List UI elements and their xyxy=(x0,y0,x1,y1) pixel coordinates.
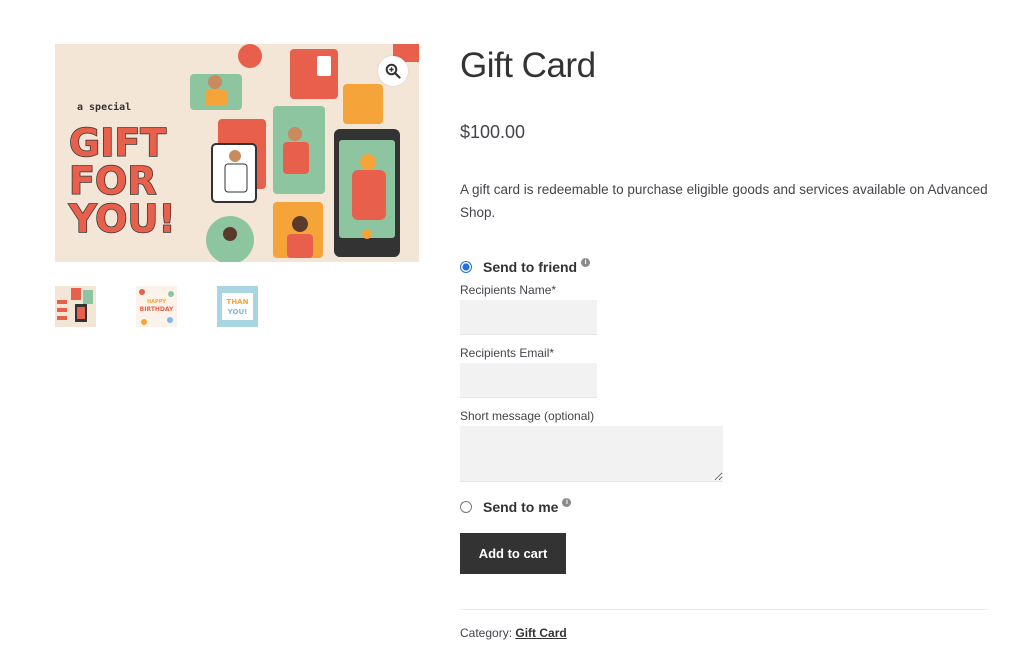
send-to-friend-option[interactable]: Send to friend i xyxy=(460,257,591,275)
recipient-email-label: Recipients Email* xyxy=(460,346,555,360)
product-category: Category: Gift Card xyxy=(460,626,567,640)
svg-text:YOU!: YOU! xyxy=(227,308,248,316)
main-image-caption: a special xyxy=(77,101,131,113)
send-to-friend-label: Send to friend xyxy=(483,259,578,275)
info-icon[interactable]: i xyxy=(562,497,572,507)
svg-text:BIRTHDAY: BIRTHDAY xyxy=(140,306,174,313)
divider xyxy=(460,609,988,610)
category-link[interactable]: Gift Card xyxy=(515,626,566,640)
svg-text:THAN: THAN xyxy=(227,298,249,306)
product-price: $100.00 xyxy=(460,122,526,142)
message-textarea[interactable] xyxy=(460,426,723,482)
info-icon[interactable]: i xyxy=(581,257,591,267)
product-title: Gift Card xyxy=(460,46,596,85)
send-to-friend-radio[interactable] xyxy=(460,261,472,273)
zoom-button[interactable] xyxy=(378,56,408,86)
magnifier-plus-icon xyxy=(385,63,401,79)
recipient-email-input[interactable] xyxy=(460,363,597,398)
main-image-text: YOU! xyxy=(68,197,176,241)
recipient-name-label: Recipients Name* xyxy=(460,283,557,297)
product-description: A gift card is redeemable to purchase el… xyxy=(460,182,988,220)
send-to-me-label: Send to me xyxy=(483,499,559,515)
thumbnail-thank-you[interactable]: THAN YOU! xyxy=(217,286,258,327)
send-to-me-radio[interactable] xyxy=(460,501,472,513)
thumbnail-strip: HAPPY BIRTHDAY THAN YOU! xyxy=(55,286,258,327)
product-main-image[interactable]: a special GIFT FOR YOU! xyxy=(55,44,419,262)
message-label: Short message (optional) xyxy=(460,409,595,423)
send-to-me-option[interactable]: Send to me i xyxy=(460,497,572,515)
svg-text:HAPPY: HAPPY xyxy=(147,299,166,305)
category-label: Category: xyxy=(460,626,513,640)
add-to-cart-button[interactable]: Add to cart xyxy=(460,533,566,574)
thumbnail-gift-for-you[interactable] xyxy=(55,286,96,327)
thumbnail-happy-birthday[interactable]: HAPPY BIRTHDAY xyxy=(136,286,177,327)
recipient-name-input[interactable] xyxy=(460,300,597,335)
